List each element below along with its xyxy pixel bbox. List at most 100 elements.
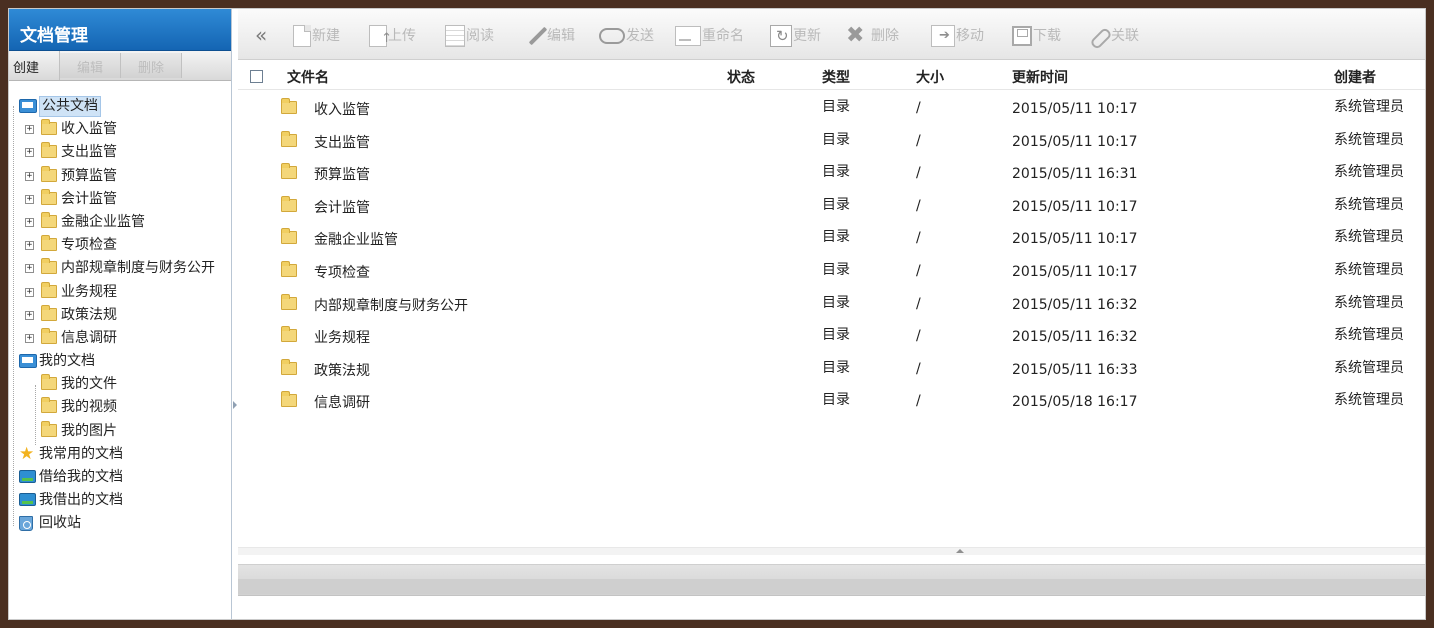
folder-icon [41, 119, 57, 136]
left-panel: 文档管理 创建 编辑 删除 公共文档 + 收入监管 + 支出监管 + 预算监管 + 会计监管 + 金… [9, 9, 232, 619]
table-row[interactable]: 会计监管 目录 / 2015/05/11 10:17 系统管理员 [238, 189, 1425, 222]
tree-item[interactable]: + 金融企业监管 [9, 211, 231, 234]
cell-creator: 系统管理员 [1334, 261, 1404, 278]
scroll-up-icon[interactable] [956, 549, 964, 553]
collapse-sidebar-icon[interactable]: « [255, 23, 267, 47]
tree-item[interactable]: + 业务规程 [9, 281, 231, 304]
cell-name[interactable]: 金融企业监管 [314, 229, 398, 249]
toolbar-button[interactable]: 重命名 [675, 25, 744, 47]
column-header[interactable]: 文件名 [287, 67, 329, 87]
cell-updated: 2015/05/11 16:33 [1012, 361, 1138, 378]
table-row[interactable]: 政策法规 目录 / 2015/05/11 16:33 系统管理员 [238, 352, 1425, 385]
action-bar-filler [182, 51, 231, 80]
file-list: 收入监管 目录/2015/05/11 10:17 系统管理员 支出监管 目录/2015/… [238, 91, 1425, 417]
tree-item[interactable]: 借给我的文档 [9, 466, 231, 489]
table-row[interactable]: 支出监管 目录 / 2015/05/11 10:17 系统管理员 [238, 124, 1425, 157]
table-header: 文件名 状态 类型 大小 更新时间 创建者 [238, 60, 1425, 90]
tree-item[interactable]: 我的视频 [9, 396, 231, 419]
table-row[interactable]: 金融企业监管 目录 / 2015/05/11 10:17 系统管理员 [238, 221, 1425, 254]
toolbar-button-label: 上传 [388, 28, 416, 44]
expand-arrow-icon[interactable] [233, 401, 237, 409]
cell-name[interactable]: 预算监管 [314, 164, 370, 184]
expand-toggle-icon[interactable]: + [25, 241, 34, 251]
folder-icon [41, 235, 57, 252]
table-row[interactable]: 预算监管 目录 / 2015/05/11 16:31 系统管理员 [238, 156, 1425, 189]
column-header[interactable]: 大小 [916, 67, 944, 87]
content-panel: « 新建 上传 阅读 编辑 发送 重命名 更新 ✖ 删除 移动 下载 关联 文件名 状态 类型 大小 更新时间… [238, 9, 1425, 619]
toolbar-button[interactable]: 移动 [931, 25, 984, 47]
select-all-checkbox[interactable] [250, 70, 263, 83]
toolbar-button[interactable]: 关联 [1088, 25, 1139, 47]
cell-name[interactable]: 专项检查 [314, 262, 370, 282]
tree-item[interactable]: + 信息调研 [9, 327, 231, 350]
tree-item-label: 支出监管 [61, 144, 117, 161]
toolbar-button[interactable]: 发送 [599, 25, 654, 47]
tree-item[interactable]: 公共文档 [9, 95, 231, 118]
cell-creator: 系统管理员 [1334, 294, 1404, 311]
cell-size: / [916, 393, 921, 410]
tree-item[interactable]: 回收站 [9, 512, 231, 535]
tree-item[interactable]: ★ 我常用的文档 [9, 443, 231, 466]
toolbar-button[interactable]: 编辑 [524, 25, 575, 47]
toolbar-button[interactable]: 新建 [293, 25, 340, 47]
cell-name[interactable]: 政策法规 [314, 360, 370, 380]
column-header[interactable]: 类型 [822, 67, 850, 87]
column-header[interactable]: 更新时间 [1012, 67, 1068, 87]
table-row[interactable]: 内部规章制度与财务公开 目录 / 2015/05/11 16:32 系统管理员 [238, 287, 1425, 320]
expand-toggle-icon[interactable]: + [25, 287, 34, 297]
cell-name[interactable]: 业务规程 [314, 327, 370, 347]
folder-icon [281, 326, 297, 343]
tree-item[interactable]: + 收入监管 [9, 118, 231, 141]
tree-item[interactable]: + 预算监管 [9, 165, 231, 188]
tree-item[interactable]: 我借出的文档 [9, 489, 231, 512]
table-row[interactable]: 专项检查 目录 / 2015/05/11 10:17 系统管理员 [238, 254, 1425, 287]
expand-toggle-icon[interactable]: + [25, 217, 34, 227]
toolbar-button[interactable]: 上传 [369, 25, 416, 50]
tree-item[interactable]: + 会计监管 [9, 188, 231, 211]
expand-toggle-icon[interactable]: + [25, 148, 34, 158]
tree-item[interactable]: 我的文档 [9, 350, 231, 373]
delete-icon: ✖ [846, 23, 865, 48]
expand-toggle-icon[interactable]: + [25, 310, 34, 320]
column-header[interactable]: 创建者 [1334, 67, 1376, 87]
tree-item-label: 业务规程 [61, 283, 117, 300]
cell-name[interactable]: 支出监管 [314, 132, 370, 152]
edit-button[interactable]: 编辑 [60, 53, 121, 78]
cell-name[interactable]: 收入监管 [314, 99, 370, 119]
table-row[interactable]: 业务规程 目录 / 2015/05/11 16:32 系统管理员 [238, 319, 1425, 352]
cell-size: / [916, 262, 921, 279]
column-header[interactable]: 状态 [727, 67, 755, 87]
create-button[interactable]: 创建 [9, 51, 60, 80]
expand-toggle-icon[interactable]: + [25, 171, 34, 181]
table-row[interactable]: 信息调研 目录 / 2015/05/18 16:17 系统管理员 [238, 384, 1425, 417]
cell-creator: 系统管理员 [1334, 131, 1404, 148]
cell-creator: 系统管理员 [1334, 164, 1404, 181]
toolbar-button[interactable]: 更新 [770, 25, 821, 47]
cell-name[interactable]: 内部规章制度与财务公开 [314, 295, 468, 315]
expand-toggle-icon[interactable]: + [25, 264, 34, 274]
expand-toggle-icon[interactable]: + [25, 194, 34, 204]
tree-item[interactable]: + 政策法规 [9, 304, 231, 327]
tree-item[interactable]: + 内部规章制度与财务公开 [9, 257, 231, 280]
folder-icon [41, 304, 57, 321]
toolbar-button[interactable]: ✖ 删除 [846, 25, 899, 47]
cell-name[interactable]: 会计监管 [314, 197, 370, 217]
toolbar-button[interactable]: 阅读 [445, 25, 494, 47]
cell-updated: 2015/05/11 10:17 [1012, 198, 1138, 215]
tree-item-label: 借给我的文档 [39, 469, 123, 485]
tree-item[interactable]: + 专项检查 [9, 234, 231, 257]
cell-name[interactable]: 信息调研 [314, 392, 370, 412]
toolbar-button-label: 更新 [793, 28, 821, 44]
tree-item[interactable]: 我的图片 [9, 420, 231, 443]
tree-item[interactable]: 我的文件 [9, 373, 231, 396]
cell-type: 目录 [822, 164, 850, 181]
tree-item[interactable]: + 支出监管 [9, 141, 231, 164]
expand-toggle-icon[interactable]: + [25, 333, 34, 343]
delete-button[interactable]: 删除 [121, 53, 182, 78]
table-row[interactable]: 收入监管 目录 / 2015/05/11 10:17 系统管理员 [238, 91, 1425, 124]
tree-item-label: 专项检查 [61, 237, 117, 254]
toolbar-button[interactable]: 下载 [1012, 25, 1061, 47]
bottom-area [238, 596, 1425, 619]
folder-icon [41, 327, 57, 344]
expand-toggle-icon[interactable]: + [25, 125, 34, 135]
